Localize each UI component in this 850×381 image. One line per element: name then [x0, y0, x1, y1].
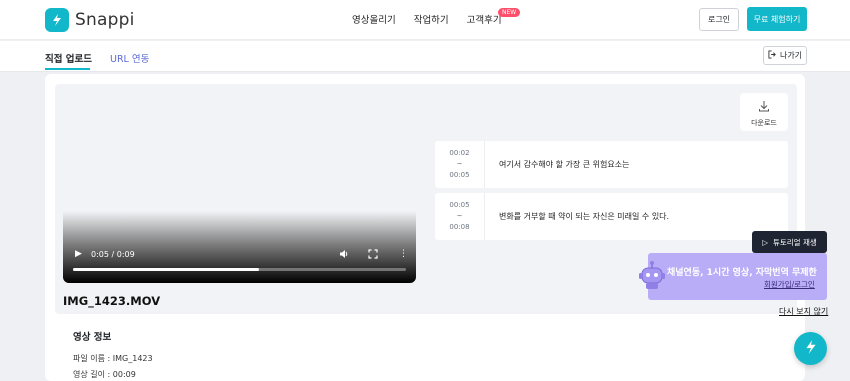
logo-icon	[45, 8, 69, 32]
subtitle-timecode: 00:02 ~ 00:05	[435, 141, 485, 188]
exit-label: 나가기	[779, 51, 803, 60]
video-filename: IMG_1423.MOV	[63, 294, 161, 308]
robot-icon	[637, 259, 667, 291]
download-icon	[758, 97, 770, 116]
promo-title: 채널연동, 1시간 영상, 자막번역 무제한	[667, 268, 817, 278]
subtitle-timecode: 00:05 ~ 00:08	[435, 193, 485, 240]
new-badge: NEW	[498, 8, 521, 17]
chat-icon	[803, 339, 819, 359]
video-info-title: 영상 정보	[73, 332, 112, 343]
download-button[interactable]: 다운로드	[740, 93, 788, 131]
more-icon[interactable]: ⋮	[399, 249, 408, 259]
play-icon: ▷	[762, 237, 768, 247]
nav-upload[interactable]: 영상올리기	[352, 12, 396, 26]
nav-reviews[interactable]: 고객후기	[467, 12, 502, 26]
video-time: 0:05 / 0:09	[91, 250, 135, 259]
subtitle-start: 00:02	[449, 149, 470, 157]
subtitle-row[interactable]: 00:05 ~ 00:08 변화를 거부할 때 약이 되는 자신은 미래일 수 …	[435, 193, 788, 240]
free-trial-button[interactable]: 무료 체험하기	[747, 7, 807, 31]
chat-button[interactable]	[794, 332, 827, 365]
download-label: 다운로드	[751, 118, 777, 127]
exit-icon	[768, 50, 777, 61]
subtitle-end: 00:08	[449, 223, 470, 231]
dismiss-link[interactable]: 다시 보지 않기	[779, 306, 828, 317]
exit-button[interactable]: 나가기	[763, 46, 807, 65]
logo-text: Snappi	[75, 10, 135, 30]
volume-icon[interactable]	[339, 249, 349, 262]
main-nav: 영상올리기 작업하기 고객후기	[352, 12, 502, 26]
video-progress[interactable]	[73, 268, 406, 271]
subtitle-text[interactable]: 여기서 감수해야 할 가장 큰 위험요소는	[499, 141, 629, 188]
logo[interactable]: Snappi	[45, 8, 135, 32]
subtitle-separator: ~	[456, 212, 463, 220]
subtitle-end: 00:05	[449, 171, 470, 179]
tab-url-link[interactable]: URL 연동	[110, 51, 149, 65]
nav-work[interactable]: 작업하기	[414, 12, 449, 26]
video-info-duration: 영상 길이 : 00:09	[73, 370, 136, 379]
top-header: Snappi 영상올리기 작업하기 고객후기 NEW 로그인 무료 체험하기	[0, 0, 850, 40]
tutorial-label: 튜토리얼 재생	[772, 237, 817, 247]
video-info-filename: 파일 이름 : IMG_1423	[73, 354, 153, 363]
upload-tabs-bar: 직접 업로드 URL 연동 나가기	[0, 41, 850, 72]
tab-direct-upload[interactable]: 직접 업로드	[45, 51, 92, 65]
fullscreen-icon[interactable]	[368, 249, 378, 262]
subtitle-text[interactable]: 변화를 거부할 때 약이 되는 자신은 미래일 수 있다.	[499, 193, 669, 240]
tutorial-play-button[interactable]: ▷ 튜토리얼 재생	[752, 231, 827, 253]
subtitle-separator: ~	[456, 160, 463, 168]
subtitle-start: 00:05	[449, 201, 470, 209]
signup-login-link[interactable]: 회원가입/로그인	[764, 279, 815, 290]
login-button[interactable]: 로그인	[699, 8, 739, 31]
subtitle-row[interactable]: 00:02 ~ 00:05 여기서 감수해야 할 가장 큰 위험요소는	[435, 141, 788, 188]
active-tab-indicator	[45, 68, 90, 70]
play-icon[interactable]: ▶	[75, 249, 82, 259]
video-progress-fill	[73, 268, 260, 271]
